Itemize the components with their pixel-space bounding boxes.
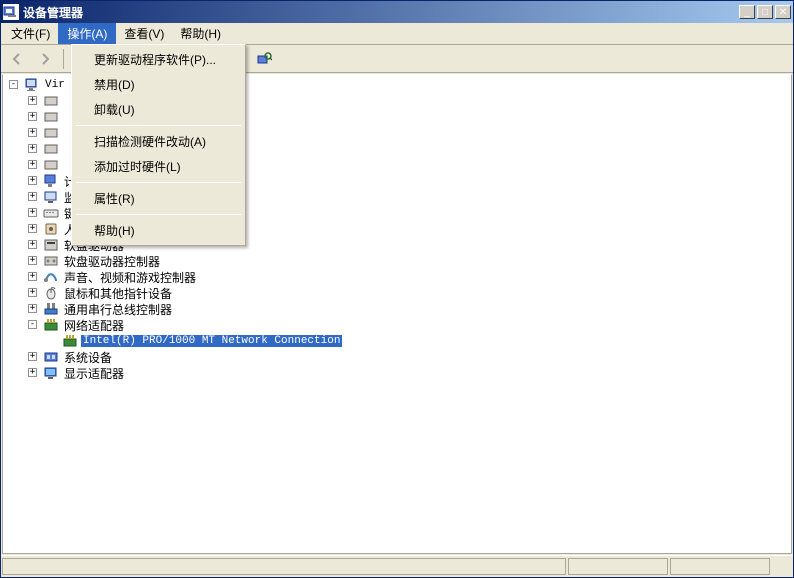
- menu-help[interactable]: 帮助(H): [172, 23, 229, 44]
- menu-separator: [76, 214, 241, 215]
- maximize-button[interactable]: □: [757, 5, 773, 19]
- titlebar: 设备管理器 _ □ ✕: [1, 1, 793, 23]
- expand-toggle[interactable]: +: [28, 352, 37, 361]
- tree-category[interactable]: + 系统设备: [5, 349, 789, 365]
- menu-view[interactable]: 查看(V): [116, 23, 172, 44]
- device-category-icon: [43, 109, 59, 125]
- tree-category[interactable]: + 通用串行总线控制器: [5, 301, 789, 317]
- menu-scan-hardware[interactable]: 扫描检测硬件改动(A): [74, 129, 243, 154]
- menu-help-item[interactable]: 帮助(H): [74, 218, 243, 243]
- tree-category[interactable]: + 声音、视频和游戏控制器: [5, 269, 789, 285]
- menu-update-driver[interactable]: 更新驱动程序软件(P)...: [74, 47, 243, 72]
- expand-toggle[interactable]: +: [28, 240, 37, 249]
- expand-toggle[interactable]: +: [28, 160, 37, 169]
- device-category-icon: [43, 317, 59, 333]
- expand-toggle[interactable]: +: [28, 112, 37, 121]
- device-category-icon: [43, 365, 59, 381]
- tree-category[interactable]: + 软盘驱动器控制器: [5, 253, 789, 269]
- expand-toggle[interactable]: +: [28, 288, 37, 297]
- expand-toggle[interactable]: +: [28, 128, 37, 137]
- expand-toggle[interactable]: +: [28, 304, 37, 313]
- expand-toggle[interactable]: +: [28, 144, 37, 153]
- menu-separator: [76, 182, 241, 183]
- device-category-icon: [43, 269, 59, 285]
- status-panel-3: [670, 558, 770, 575]
- expand-toggle[interactable]: +: [28, 208, 37, 217]
- device-category-icon: [43, 189, 59, 205]
- tree-category[interactable]: - 网络适配器: [5, 317, 789, 333]
- tree-label: 软盘驱动器控制器: [62, 253, 162, 270]
- menu-properties[interactable]: 属性(R): [74, 186, 243, 211]
- window-title: 设备管理器: [23, 4, 737, 21]
- device-category-icon: [43, 205, 59, 221]
- device-category-icon: [43, 301, 59, 317]
- scan-hardware-icon[interactable]: [252, 48, 276, 70]
- status-panel-main: [2, 558, 566, 575]
- menu-action[interactable]: 操作(A): [58, 23, 116, 44]
- expand-toggle[interactable]: +: [28, 176, 37, 185]
- menubar: 文件(F) 操作(A) 查看(V) 帮助(H): [1, 23, 793, 45]
- tree-label: 显示适配器: [62, 365, 126, 382]
- tree-label: 网络适配器: [62, 317, 126, 334]
- tree-category[interactable]: + 鼠标和其他指针设备: [5, 285, 789, 301]
- collapse-toggle[interactable]: -: [9, 80, 18, 89]
- action-dropdown: 更新驱动程序软件(P)... 禁用(D) 卸载(U) 扫描检测硬件改动(A) 添…: [71, 44, 246, 246]
- device-manager-window: 设备管理器 _ □ ✕ 文件(F) 操作(A) 查看(V) 帮助(H) - Vi…: [0, 0, 794, 578]
- expand-toggle[interactable]: +: [28, 192, 37, 201]
- tree-root-label: Vir: [43, 79, 67, 91]
- menu-disable[interactable]: 禁用(D): [74, 72, 243, 97]
- tree-label: 鼠标和其他指针设备: [62, 285, 174, 302]
- expand-toggle[interactable]: +: [28, 256, 37, 265]
- device-category-icon: [43, 237, 59, 253]
- toolbar-separator: [63, 49, 64, 69]
- menu-file[interactable]: 文件(F): [3, 23, 58, 44]
- status-panel-2: [568, 558, 668, 575]
- expand-toggle[interactable]: +: [28, 96, 37, 105]
- selected-device-label: Intel(R) PRO/1000 MT Network Connection: [81, 335, 342, 347]
- collapse-toggle[interactable]: -: [28, 320, 37, 329]
- close-button[interactable]: ✕: [775, 5, 791, 19]
- network-adapter-icon: [62, 333, 78, 349]
- device-category-icon: [43, 125, 59, 141]
- tree-label: 系统设备: [62, 349, 114, 366]
- tree-label: 通用串行总线控制器: [62, 301, 174, 318]
- device-category-icon: [43, 285, 59, 301]
- tree-category[interactable]: + 显示适配器: [5, 365, 789, 381]
- device-category-icon: [43, 253, 59, 269]
- statusbar: [1, 555, 793, 577]
- app-icon: [3, 4, 19, 20]
- expand-toggle[interactable]: +: [28, 224, 37, 233]
- resize-grip[interactable]: [772, 558, 792, 575]
- device-category-icon: [43, 221, 59, 237]
- tree-device-item[interactable]: Intel(R) PRO/1000 MT Network Connection: [5, 333, 789, 349]
- device-category-icon: [43, 141, 59, 157]
- device-category-icon: [43, 173, 59, 189]
- computer-icon: [24, 77, 40, 93]
- menu-uninstall[interactable]: 卸载(U): [74, 97, 243, 122]
- device-category-icon: [43, 349, 59, 365]
- menu-add-legacy[interactable]: 添加过时硬件(L): [74, 154, 243, 179]
- expand-toggle[interactable]: +: [28, 272, 37, 281]
- minimize-button[interactable]: _: [739, 5, 755, 19]
- back-button[interactable]: [5, 48, 29, 70]
- device-category-icon: [43, 157, 59, 173]
- expand-toggle[interactable]: +: [28, 368, 37, 377]
- tree-label: 声音、视频和游戏控制器: [62, 269, 198, 286]
- menu-separator: [76, 125, 241, 126]
- device-category-icon: [43, 93, 59, 109]
- forward-button[interactable]: [33, 48, 57, 70]
